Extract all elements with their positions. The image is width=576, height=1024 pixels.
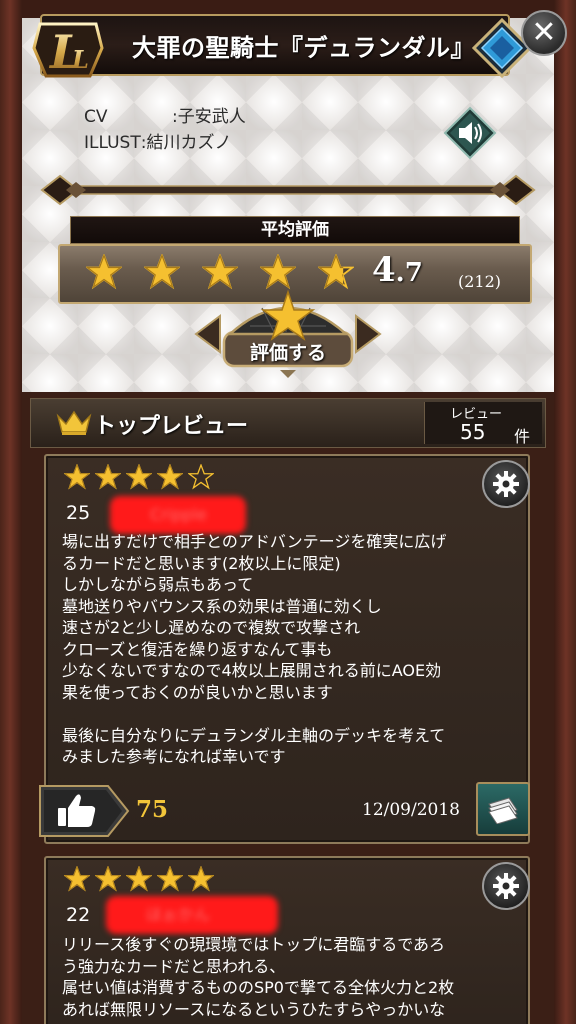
reviewer-rank: 25	[66, 502, 91, 524]
star-icon	[86, 254, 122, 290]
review-count-value: 55	[460, 420, 486, 444]
card-title: 大罪の聖騎士『デュランダル』	[132, 34, 475, 62]
rate-button[interactable]	[190, 286, 386, 382]
star-icon	[126, 866, 152, 892]
card-stack-icon	[488, 797, 518, 824]
close-button[interactable]: ✕	[521, 10, 567, 56]
review-settings-button[interactable]	[482, 862, 530, 910]
reviewer-name-redacted: Cripple	[110, 496, 246, 534]
top-reviews-title: トップレビュー	[94, 414, 249, 439]
reviewer-name-redacted: ほぉかん	[106, 896, 278, 934]
gear-icon	[493, 471, 519, 497]
deck-view-button[interactable]	[476, 782, 530, 836]
review-date: 12/09/2018	[362, 800, 460, 820]
star-icon	[144, 254, 180, 290]
star-icon	[318, 254, 354, 290]
review-stars	[64, 866, 214, 892]
review-body: リリース後すぐの現環境ではトップに君臨するであろ う強力なカードだと思われる、 …	[62, 935, 455, 1019]
star-icon	[95, 464, 121, 490]
review-count-unit: 件	[514, 427, 531, 446]
star-icon	[202, 254, 238, 290]
voice-play-button[interactable]	[443, 106, 497, 160]
illust-label: ILLUST	[84, 133, 141, 153]
average-rating-stars	[86, 254, 354, 290]
reviewer-rank: 22	[66, 904, 91, 926]
ornament-divider	[40, 174, 536, 206]
star-icon	[188, 464, 214, 490]
like-count: 75	[136, 796, 169, 823]
star-icon	[188, 866, 214, 892]
star-icon	[64, 464, 90, 490]
review-settings-button[interactable]	[482, 460, 530, 508]
star-icon	[95, 866, 121, 892]
legend-rarity-icon: L L	[32, 22, 104, 79]
star-icon	[126, 464, 152, 490]
illust-value: :結川カズノ	[140, 133, 232, 153]
average-rating-value: 4.7	[372, 250, 423, 290]
cv-value: :子安武人	[172, 107, 246, 127]
review-body: 場に出すだけで相手とのアドバンテージを確実に広げ るカードだと思います(2枚以上…	[62, 532, 447, 766]
crown-icon	[56, 410, 92, 435]
review-card: 22 ほぉかん リリース後すぐの現環境ではトップに君臨するであろ う強力なカード…	[44, 856, 530, 1024]
review-stars	[64, 464, 214, 490]
svg-text:L: L	[71, 45, 89, 74]
like-button[interactable]	[38, 784, 130, 838]
rating-count: (212)	[458, 272, 502, 291]
average-rating-label: 平均評価	[70, 216, 520, 244]
star-icon	[157, 866, 183, 892]
rate-button-label: 評価する	[249, 342, 326, 364]
star-icon	[260, 254, 296, 290]
credits: CV :子安武人 ILLUST :結川カズノ	[84, 104, 246, 156]
star-icon	[64, 866, 90, 892]
cv-label: CV	[84, 107, 108, 127]
star-icon	[157, 464, 183, 490]
close-icon: ✕	[531, 15, 557, 50]
gear-icon	[493, 873, 519, 899]
